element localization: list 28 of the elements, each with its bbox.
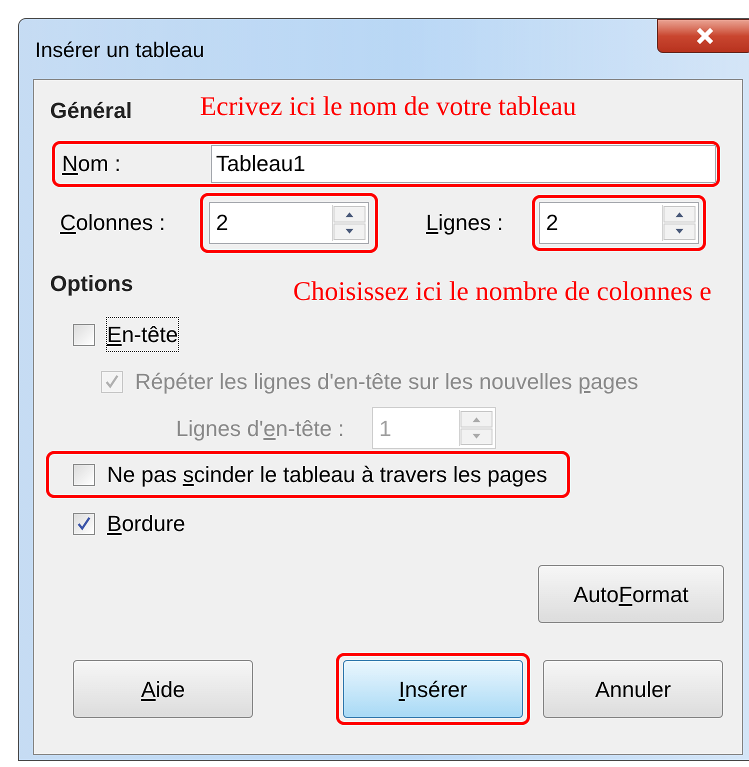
field-label: Nom : xyxy=(61,150,122,178)
section-heading: Général xyxy=(50,96,132,124)
close-icon xyxy=(694,27,716,45)
window-title: Insérer un tableau xyxy=(34,38,206,64)
annotation-text: Ecrivez ici le nom de votre tableau xyxy=(200,90,576,123)
spin-arrows-icon[interactable] xyxy=(332,204,366,240)
checkbox[interactable] xyxy=(73,512,95,534)
checkbox-label[interactable]: En-tête xyxy=(107,318,178,351)
checkbox[interactable] xyxy=(73,464,95,486)
section-heading: Options xyxy=(50,270,134,298)
spin-arrows-icon[interactable] xyxy=(662,204,696,240)
autoformat-button[interactable]: AutoFormat xyxy=(538,565,724,623)
checkmark-icon xyxy=(75,514,93,532)
dialog-button[interactable]: Annuler xyxy=(543,660,723,718)
name-field[interactable]: Tableau1 xyxy=(211,144,716,182)
field-label: Lignes : xyxy=(426,209,504,237)
spin-field[interactable]: 2 xyxy=(209,202,369,244)
spin-field[interactable]: 2 xyxy=(539,202,699,244)
checkbox-label[interactable]: Ne pas scinder le tableau à travers les pages xyxy=(107,458,548,491)
dialog-button[interactable]: Aide xyxy=(73,660,253,718)
dialog-button[interactable]: Insérer xyxy=(343,660,523,718)
field-label: Colonnes : xyxy=(59,209,166,237)
field-label: Lignes d'en-tête : xyxy=(176,414,344,443)
close-button[interactable] xyxy=(657,19,749,53)
checkbox-label[interactable]: Bordure xyxy=(107,507,186,540)
annotation-text: Choisissez ici le nombre de colonnes e xyxy=(293,274,712,308)
checkmark-icon xyxy=(103,372,121,390)
checkbox[interactable] xyxy=(73,324,95,346)
